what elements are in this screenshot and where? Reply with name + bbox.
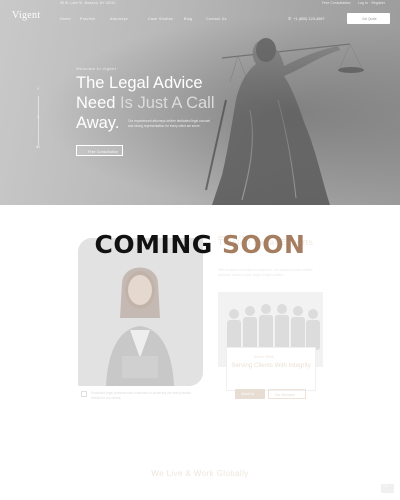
hero-title-need: Need — [76, 94, 121, 112]
hero-consultation-button[interactable]: Free Consultation — [76, 145, 123, 156]
lawyer-portrait-image — [78, 238, 203, 386]
arrow-up-icon: ^ — [385, 485, 388, 491]
nav-item-home[interactable]: Home — [60, 17, 71, 21]
nav-item-attorneys[interactable]: Attorneys — [110, 17, 128, 21]
phone-number: +1 (800) 123-4567 — [293, 17, 325, 21]
nav-item-practice[interactable]: Practice — [80, 17, 95, 21]
main-navbar: Vigent Home Practice Attorneys Case Stud… — [0, 8, 400, 28]
linkedin-icon[interactable]: in — [35, 144, 41, 149]
badge-kicker: Since 1995 — [254, 355, 274, 359]
our-attorneys-label: Our Attorneys — [275, 393, 295, 397]
social-divider — [37, 96, 39, 146]
about-text: With decades of combined experience, our… — [218, 268, 313, 277]
nav-item-blog[interactable]: Blog — [184, 17, 192, 21]
site-logo[interactable]: Vigent — [12, 10, 40, 21]
scale-icon — [81, 391, 87, 397]
photo-caption: Dedicated legal professionals committed … — [81, 391, 200, 401]
hero-section: 98 W. Lake St. Meadow, NY 42010 Free Con… — [0, 0, 400, 205]
phone-link[interactable]: ✆ +1 (800) 123-4567 — [288, 16, 325, 21]
about-us-label: About Us — [241, 392, 255, 396]
hero-description: Our experienced attorneys deliver dedica… — [128, 119, 211, 128]
get-quote-label: Get Quote — [362, 16, 377, 21]
soon-word: SOON — [222, 230, 306, 259]
hero-kicker: Welcome to Vigent — [76, 66, 117, 71]
photo-caption-text: Dedicated legal professionals committed … — [91, 391, 191, 400]
scroll-to-top-button[interactable]: ^ — [381, 484, 394, 493]
hero-title-line2: Need Is Just A Call — [76, 93, 236, 113]
phone-icon: ✆ — [288, 17, 292, 21]
social-sidebar: f t in — [35, 86, 41, 150]
hero-title-accent: Is Just A Call — [120, 94, 215, 112]
twitter-icon[interactable]: t — [35, 114, 41, 119]
get-quote-button[interactable]: Get Quote — [347, 13, 390, 24]
login-link[interactable]: Log In · Register — [358, 1, 385, 5]
top-info-bar: 98 W. Lake St. Meadow, NY 42010 Free Con… — [0, 0, 400, 8]
about-us-button[interactable]: About Us — [235, 389, 265, 399]
hero-title-line1: The Legal Advice — [76, 74, 203, 92]
nav-item-contact[interactable]: Contact Us — [206, 17, 227, 21]
our-attorneys-button[interactable]: Our Attorneys — [268, 389, 306, 399]
consultation-link[interactable]: Free Consultation — [322, 1, 351, 5]
coming-word: COMING — [94, 230, 213, 259]
nav-item-case-studies[interactable]: Case Studies — [148, 17, 173, 21]
hero-button-label: Free Consultation — [88, 149, 119, 154]
facebook-icon[interactable]: f — [35, 86, 41, 91]
global-tagline: We Live & Work Globally — [151, 469, 249, 478]
address-text: 98 W. Lake St. Meadow, NY 42010 — [60, 1, 116, 5]
coming-soon-heading: COMING SOON — [0, 230, 400, 259]
lawyer-photo — [78, 238, 203, 386]
badge-title: Serving Clients With Integrity — [231, 362, 311, 369]
